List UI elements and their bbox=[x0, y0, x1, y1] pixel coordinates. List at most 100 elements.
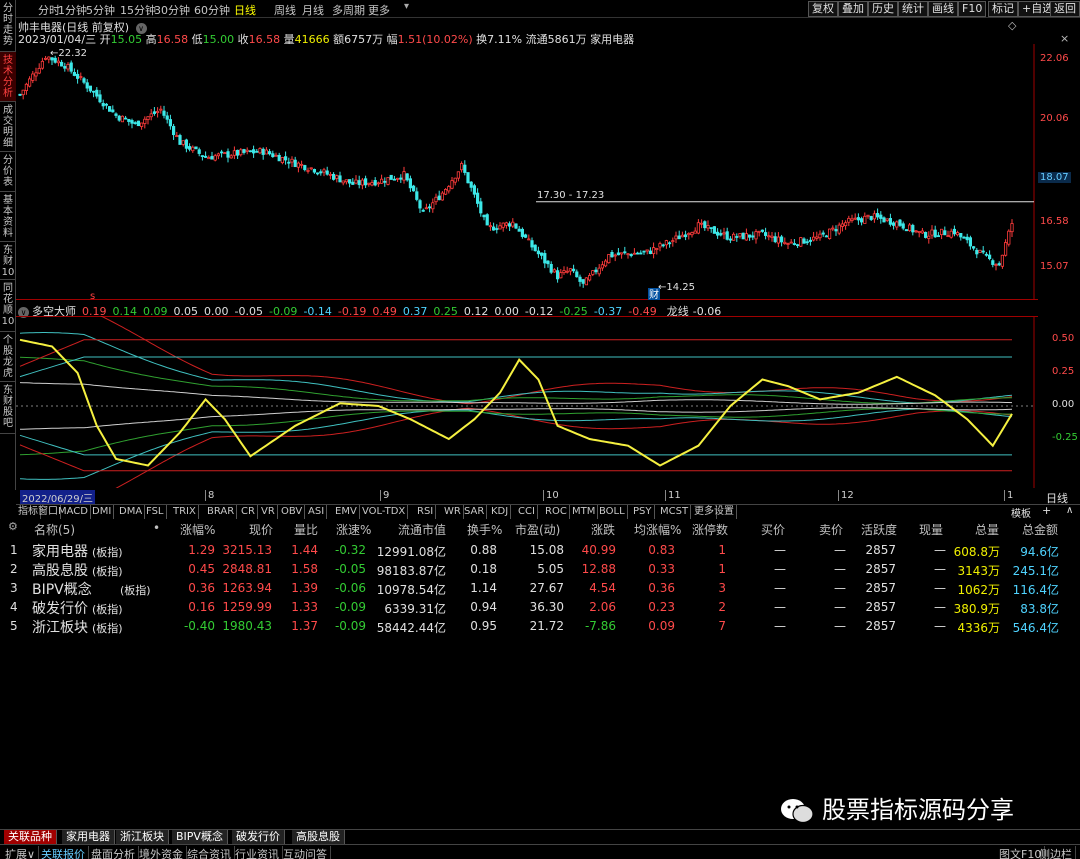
period-tab[interactable]: 15分钟 bbox=[120, 2, 156, 18]
column-header[interactable]: 涨停数 bbox=[692, 521, 728, 538]
period-tab[interactable]: 日线 bbox=[234, 2, 256, 18]
column-header[interactable]: 总金额 bbox=[1022, 521, 1058, 538]
sheet-tab[interactable]: BIPV概念 bbox=[172, 830, 228, 844]
status-item[interactable]: 行业资讯 bbox=[232, 846, 283, 859]
indicator-tab[interactable]: DMA bbox=[117, 505, 146, 519]
close-icon[interactable]: × bbox=[1060, 32, 1069, 45]
indicator-tab[interactable]: WR bbox=[442, 505, 464, 519]
column-header[interactable]: 市盈(动) bbox=[515, 521, 560, 538]
column-header[interactable]: • bbox=[153, 521, 160, 535]
indicator-tab[interactable]: FSL bbox=[144, 505, 167, 519]
toolbar-button[interactable]: 复权 bbox=[808, 1, 838, 17]
diamond-icon[interactable]: ◇ bbox=[1008, 19, 1016, 32]
column-header[interactable]: 涨速% bbox=[336, 521, 371, 538]
candlestick-chart[interactable]: 17.30 - 17.23 ←22.32 ←14.25财 s bbox=[16, 44, 1038, 300]
add-icon[interactable]: + bbox=[1042, 504, 1051, 517]
period-tab[interactable]: 周线 bbox=[274, 2, 296, 18]
toolbar-button[interactable]: 历史 bbox=[868, 1, 898, 17]
settings-icon[interactable]: ⚙ bbox=[8, 520, 18, 533]
indicator-tab[interactable]: OBV bbox=[279, 505, 306, 519]
indicator-tab[interactable]: SAR bbox=[462, 505, 488, 519]
sheet-tab[interactable]: 浙江板块 bbox=[116, 830, 169, 844]
status-right-item[interactable]: 侧边栏 bbox=[1036, 846, 1076, 859]
column-header[interactable]: 涨幅% bbox=[180, 521, 215, 538]
toolbar-button[interactable]: 统计 bbox=[898, 1, 928, 17]
sheet-tab[interactable]: 家用电器 bbox=[62, 830, 115, 844]
indicator-tab[interactable]: DMI bbox=[90, 505, 115, 519]
left-tab[interactable]: 东财10 bbox=[0, 242, 16, 280]
column-header[interactable]: 卖价 bbox=[819, 521, 843, 538]
cell-turn: 0.95 bbox=[470, 619, 497, 633]
left-tab[interactable]: 技术分析 bbox=[0, 52, 16, 102]
column-header[interactable]: 现量 bbox=[919, 521, 943, 538]
indicator-tab[interactable]: BOLL bbox=[597, 505, 628, 519]
candle-body bbox=[27, 78, 32, 87]
column-header[interactable]: 流通市值 bbox=[398, 521, 446, 538]
status-item[interactable]: 综合资讯 bbox=[184, 846, 235, 859]
column-header[interactable]: 活跃度 bbox=[861, 521, 897, 538]
indicator-tab[interactable]: VR bbox=[259, 505, 278, 519]
status-item[interactable]: 关联报价 bbox=[38, 846, 89, 859]
period-tab[interactable]: 60分钟 bbox=[194, 2, 230, 18]
toolbar-button[interactable]: 叠加 bbox=[838, 1, 868, 17]
table-row[interactable]: 3 BIPV概念 (板指) 0.36 1263.94 1.39 -0.06 10978.54亿… bbox=[0, 579, 1080, 598]
candle-body bbox=[242, 149, 246, 153]
period-tab[interactable]: 5分钟 bbox=[86, 2, 115, 18]
indicator-tab[interactable]: ASI bbox=[306, 505, 328, 519]
table-row[interactable]: 2 高股息股 (板指) 0.45 2848.81 1.58 -0.05 98183.87亿 0.… bbox=[0, 560, 1080, 579]
indicator-tab[interactable]: CCI bbox=[516, 505, 538, 519]
indicator-tab[interactable]: RSI bbox=[415, 505, 437, 519]
column-header[interactable]: 量比 bbox=[294, 521, 318, 538]
oscillator-chart[interactable] bbox=[16, 316, 1038, 488]
indicator-tab[interactable]: 设置 bbox=[712, 505, 737, 519]
column-header[interactable]: 均涨幅% bbox=[634, 521, 681, 538]
indicator-tab[interactable]: KDJ bbox=[489, 505, 512, 519]
left-tab[interactable]: 个股龙虎 bbox=[0, 332, 16, 382]
left-tab[interactable]: 同花顺10 bbox=[0, 280, 16, 332]
column-header[interactable]: 换手% bbox=[467, 521, 502, 538]
expand-icon[interactable]: ∧ bbox=[1066, 505, 1073, 516]
status-item[interactable]: 互动问答 bbox=[280, 846, 331, 859]
indicator-tab[interactable]: TRIX bbox=[171, 505, 199, 519]
column-header[interactable]: 涨跌 bbox=[591, 521, 615, 538]
status-item[interactable]: 境外资金 bbox=[136, 846, 187, 859]
table-row[interactable]: 1 家用电器 (板指) 1.29 3215.13 1.44 -0.32 12991.08亿 0.… bbox=[0, 541, 1080, 560]
indicator-tab[interactable]: MACD bbox=[56, 505, 91, 519]
column-header[interactable]: 现价 bbox=[249, 521, 273, 538]
left-tab[interactable]: 成交明细 bbox=[0, 102, 16, 152]
indicator-tab[interactable]: VOL-TDX bbox=[360, 505, 409, 519]
indicator-tab[interactable]: PSY bbox=[631, 505, 655, 519]
left-tab[interactable]: 基本资料 bbox=[0, 192, 16, 242]
indicator-tab[interactable]: MCST bbox=[658, 505, 692, 519]
template-button[interactable]: 模板 bbox=[1011, 505, 1031, 520]
sheet-tab[interactable]: 破发行价 bbox=[232, 830, 285, 844]
period-tab[interactable]: 1分钟 bbox=[58, 2, 87, 18]
table-row[interactable]: 4 破发行价 (板指) 0.16 1259.99 1.33 -0.09 6339.31亿 0.9… bbox=[0, 598, 1080, 617]
indicator-tab[interactable]: MTM bbox=[570, 505, 599, 519]
period-tab[interactable]: 更多 bbox=[368, 2, 390, 18]
toolbar-button[interactable]: 标记 bbox=[988, 1, 1018, 17]
period-tab[interactable]: 分时 bbox=[38, 2, 60, 18]
period-tab[interactable]: 30分钟 bbox=[154, 2, 190, 18]
indicator-tab[interactable]: BRAR bbox=[205, 505, 238, 519]
left-tab[interactable]: 分时走势 bbox=[0, 0, 16, 52]
more-dropdown-icon[interactable]: ▾ bbox=[404, 1, 409, 12]
column-header[interactable]: 名称(5) bbox=[34, 521, 75, 538]
toolbar-button[interactable]: 画线 bbox=[928, 1, 958, 17]
period-tab[interactable]: 月线 bbox=[302, 2, 324, 18]
table-row[interactable]: 5 浙江板块 (板指) -0.40 1980.43 1.37 -0.09 58442.44亿 0… bbox=[0, 617, 1080, 636]
indicator-tab[interactable]: EMV bbox=[333, 505, 360, 519]
sheet-tab[interactable]: 关联品种 bbox=[4, 830, 57, 844]
indicator-tab[interactable]: ROC bbox=[543, 505, 570, 519]
toolbar-button[interactable]: F10 bbox=[958, 1, 987, 17]
sheet-tab[interactable]: 高股息股 bbox=[292, 830, 345, 844]
status-item[interactable]: 扩展∨ bbox=[2, 846, 40, 859]
indicator-tab[interactable]: CR bbox=[239, 505, 258, 519]
column-header[interactable]: 总量 bbox=[975, 521, 999, 538]
left-tab[interactable]: 分价表 bbox=[0, 152, 16, 192]
status-item[interactable]: 盘面分析 bbox=[88, 846, 139, 859]
column-header[interactable]: 买价 bbox=[761, 521, 785, 538]
left-tab[interactable]: 东财股吧 bbox=[0, 382, 16, 434]
toolbar-button[interactable]: 返回 bbox=[1050, 1, 1080, 17]
period-tab[interactable]: 多周期 bbox=[332, 2, 365, 18]
